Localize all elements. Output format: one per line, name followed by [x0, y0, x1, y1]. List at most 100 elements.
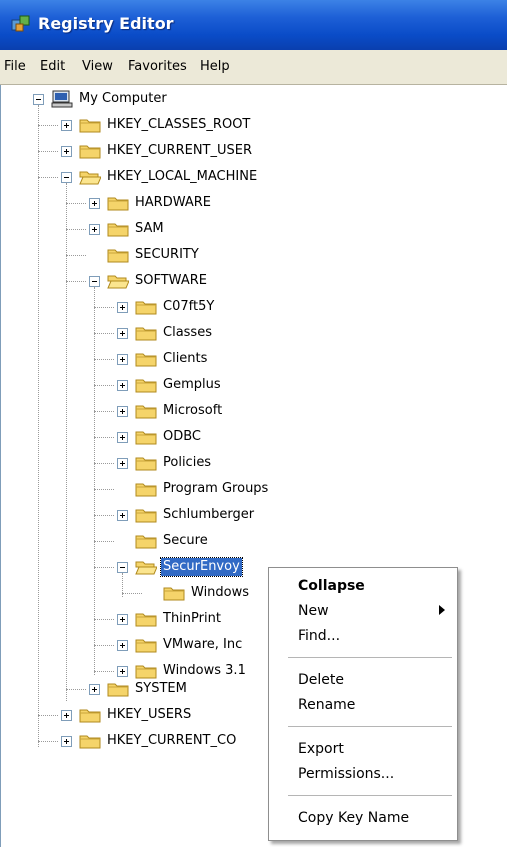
tree-node-label: HKEY_USERS — [107, 707, 192, 722]
tree-node-hardware[interactable]: HARDWARE — [107, 192, 267, 214]
tree-node-label: My Computer — [79, 91, 167, 106]
tree-node-windows[interactable]: Windows — [163, 582, 273, 604]
tree-node-my-computer[interactable]: My Computer — [51, 88, 231, 110]
tree-node-hkey-current-config[interactable]: HKEY_CURRENT_CO — [79, 730, 269, 752]
tree-node-clients[interactable]: Clients — [135, 348, 295, 370]
expand-icon[interactable] — [117, 640, 128, 651]
open-folder-icon — [107, 275, 129, 289]
expand-icon[interactable] — [61, 710, 72, 721]
expand-icon[interactable] — [117, 510, 128, 521]
menu-item-rename[interactable]: Rename — [298, 694, 355, 716]
expand-icon[interactable] — [61, 736, 72, 747]
regedit-icon — [11, 15, 30, 32]
menu-bar: File Edit View Favorites Help — [0, 50, 507, 85]
menu-item-find[interactable]: Find... — [298, 625, 340, 647]
menu-file[interactable]: File — [4, 50, 26, 84]
tree-node-label: SECURITY — [135, 247, 199, 262]
folder-icon — [135, 405, 157, 419]
expand-icon[interactable] — [117, 432, 128, 443]
tree-node-sam[interactable]: SAM — [107, 218, 267, 240]
tree-node-hkey-current-user[interactable]: HKEY_CURRENT_USER — [79, 140, 319, 162]
tree-node-label: HKEY_CURRENT_USER — [107, 143, 253, 158]
menu-edit[interactable]: Edit — [40, 50, 65, 84]
collapse-icon[interactable] — [117, 562, 128, 573]
title-bar[interactable]: Registry Editor — [0, 0, 507, 50]
tree-node-thinprint[interactable]: ThinPrint — [135, 608, 269, 630]
expand-icon[interactable] — [117, 354, 128, 365]
menu-separator — [288, 726, 452, 727]
menu-item-new[interactable]: New — [298, 600, 329, 622]
tree-node-label: Gemplus — [163, 377, 221, 392]
expand-icon[interactable] — [117, 302, 128, 313]
folder-icon — [135, 431, 157, 445]
open-folder-icon — [79, 171, 101, 185]
expand-icon[interactable] — [117, 614, 128, 625]
tree-node-hkey-local-machine[interactable]: HKEY_LOCAL_MACHINE — [79, 166, 319, 188]
menu-item-copy-key-name[interactable]: Copy Key Name — [298, 807, 409, 829]
menu-item-export[interactable]: Export — [298, 738, 344, 760]
folder-icon — [79, 709, 101, 723]
submenu-arrow-icon — [439, 605, 445, 615]
menu-favorites[interactable]: Favorites — [128, 50, 187, 84]
tree-node-secure[interactable]: Secure — [135, 530, 295, 552]
tree-node-c07ft5y[interactable]: C07ft5Y — [135, 296, 295, 318]
tree-node-label: Classes — [163, 325, 212, 340]
menu-separator — [288, 795, 452, 796]
tree-node-schlumberger[interactable]: Schlumberger — [135, 504, 305, 526]
menu-view[interactable]: View — [82, 50, 113, 84]
folder-icon — [135, 457, 157, 471]
tree-node-label: SOFTWARE — [135, 273, 207, 288]
tree-node-classes[interactable]: Classes — [135, 322, 295, 344]
collapse-icon[interactable] — [61, 172, 72, 183]
menu-item-delete[interactable]: Delete — [298, 669, 344, 691]
collapse-icon[interactable] — [89, 276, 100, 287]
folder-icon — [79, 119, 101, 133]
folder-icon — [135, 535, 157, 549]
folder-icon — [135, 353, 157, 367]
folder-icon — [79, 145, 101, 159]
tree-node-hkey-classes-root[interactable]: HKEY_CLASSES_ROOT — [79, 114, 319, 136]
collapse-icon[interactable] — [33, 94, 44, 105]
tree-node-label: VMware, Inc — [163, 637, 243, 652]
tree-node-odbc[interactable]: ODBC — [135, 426, 295, 448]
tree-node-label: Policies — [163, 455, 212, 470]
folder-icon — [135, 327, 157, 341]
menu-separator — [288, 657, 452, 658]
tree-node-policies[interactable]: Policies — [135, 452, 295, 474]
tree-node-label: Clients — [163, 351, 208, 366]
expand-icon[interactable] — [117, 380, 128, 391]
expand-icon[interactable] — [89, 684, 100, 695]
tree-node-program-groups[interactable]: Program Groups — [135, 478, 325, 500]
expand-icon[interactable] — [117, 666, 128, 677]
menu-help[interactable]: Help — [200, 50, 230, 84]
tree-node-microsoft[interactable]: Microsoft — [135, 400, 295, 422]
tree-node-system[interactable]: SYSTEM — [107, 678, 247, 700]
tree-node-hkey-users[interactable]: HKEY_USERS — [79, 704, 269, 726]
tree-node-label: C07ft5Y — [163, 299, 215, 314]
expand-icon[interactable] — [117, 406, 128, 417]
expand-icon[interactable] — [117, 458, 128, 469]
window-title: Registry Editor — [38, 14, 174, 33]
expand-icon[interactable] — [61, 120, 72, 131]
expand-icon[interactable] — [89, 198, 100, 209]
tree-node-software[interactable]: SOFTWARE — [107, 270, 267, 292]
tree-node-label: Microsoft — [163, 403, 223, 418]
folder-icon — [107, 249, 129, 263]
folder-icon — [135, 379, 157, 393]
menu-item-collapse[interactable]: Collapse — [298, 575, 365, 597]
menu-item-permissions[interactable]: Permissions... — [298, 763, 394, 785]
folder-icon — [107, 223, 129, 237]
expand-icon[interactable] — [89, 224, 100, 235]
open-folder-icon — [135, 561, 157, 575]
tree-node-label: Program Groups — [163, 481, 269, 496]
folder-icon — [163, 587, 185, 601]
tree-node-label: HKEY_LOCAL_MACHINE — [107, 169, 258, 184]
folder-icon — [135, 613, 157, 627]
tree-node-label: Schlumberger — [163, 507, 255, 522]
expand-icon[interactable] — [117, 328, 128, 339]
tree-node-vmware[interactable]: VMware, Inc — [135, 634, 269, 656]
tree-node-label: HKEY_CURRENT_CO — [107, 733, 237, 748]
tree-node-security[interactable]: SECURITY — [107, 244, 267, 266]
expand-icon[interactable] — [61, 146, 72, 157]
tree-node-gemplus[interactable]: Gemplus — [135, 374, 295, 396]
